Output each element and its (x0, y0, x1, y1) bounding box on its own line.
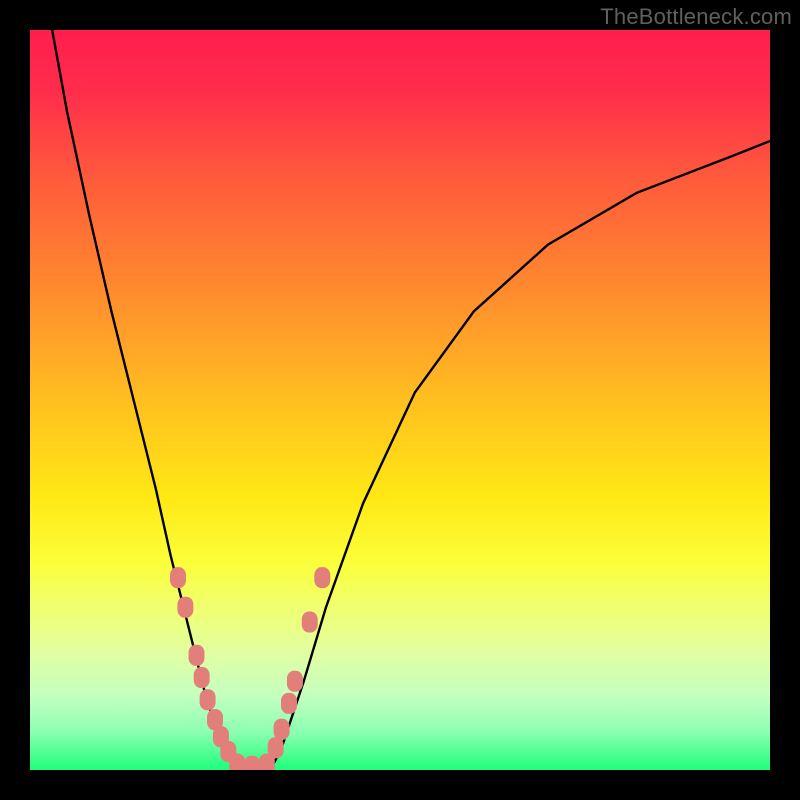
marker-dot (194, 667, 210, 688)
marker-dot (268, 737, 284, 758)
marker-dot (170, 567, 186, 588)
marker-dot (177, 597, 193, 618)
marker-dot (229, 754, 245, 770)
marker-dot (314, 567, 330, 588)
marker-dot (274, 719, 290, 740)
watermark-text: TheBottleneck.com (600, 4, 792, 30)
gradient-background (30, 30, 770, 770)
marker-dot (244, 756, 260, 770)
chart-svg (30, 30, 770, 770)
marker-dot (287, 671, 303, 692)
marker-dot (281, 693, 297, 714)
marker-dot (200, 689, 216, 710)
marker-dot (302, 612, 318, 633)
chart-frame: TheBottleneck.com (0, 0, 800, 800)
marker-dot (189, 645, 205, 666)
chart-plot-area (30, 30, 770, 770)
